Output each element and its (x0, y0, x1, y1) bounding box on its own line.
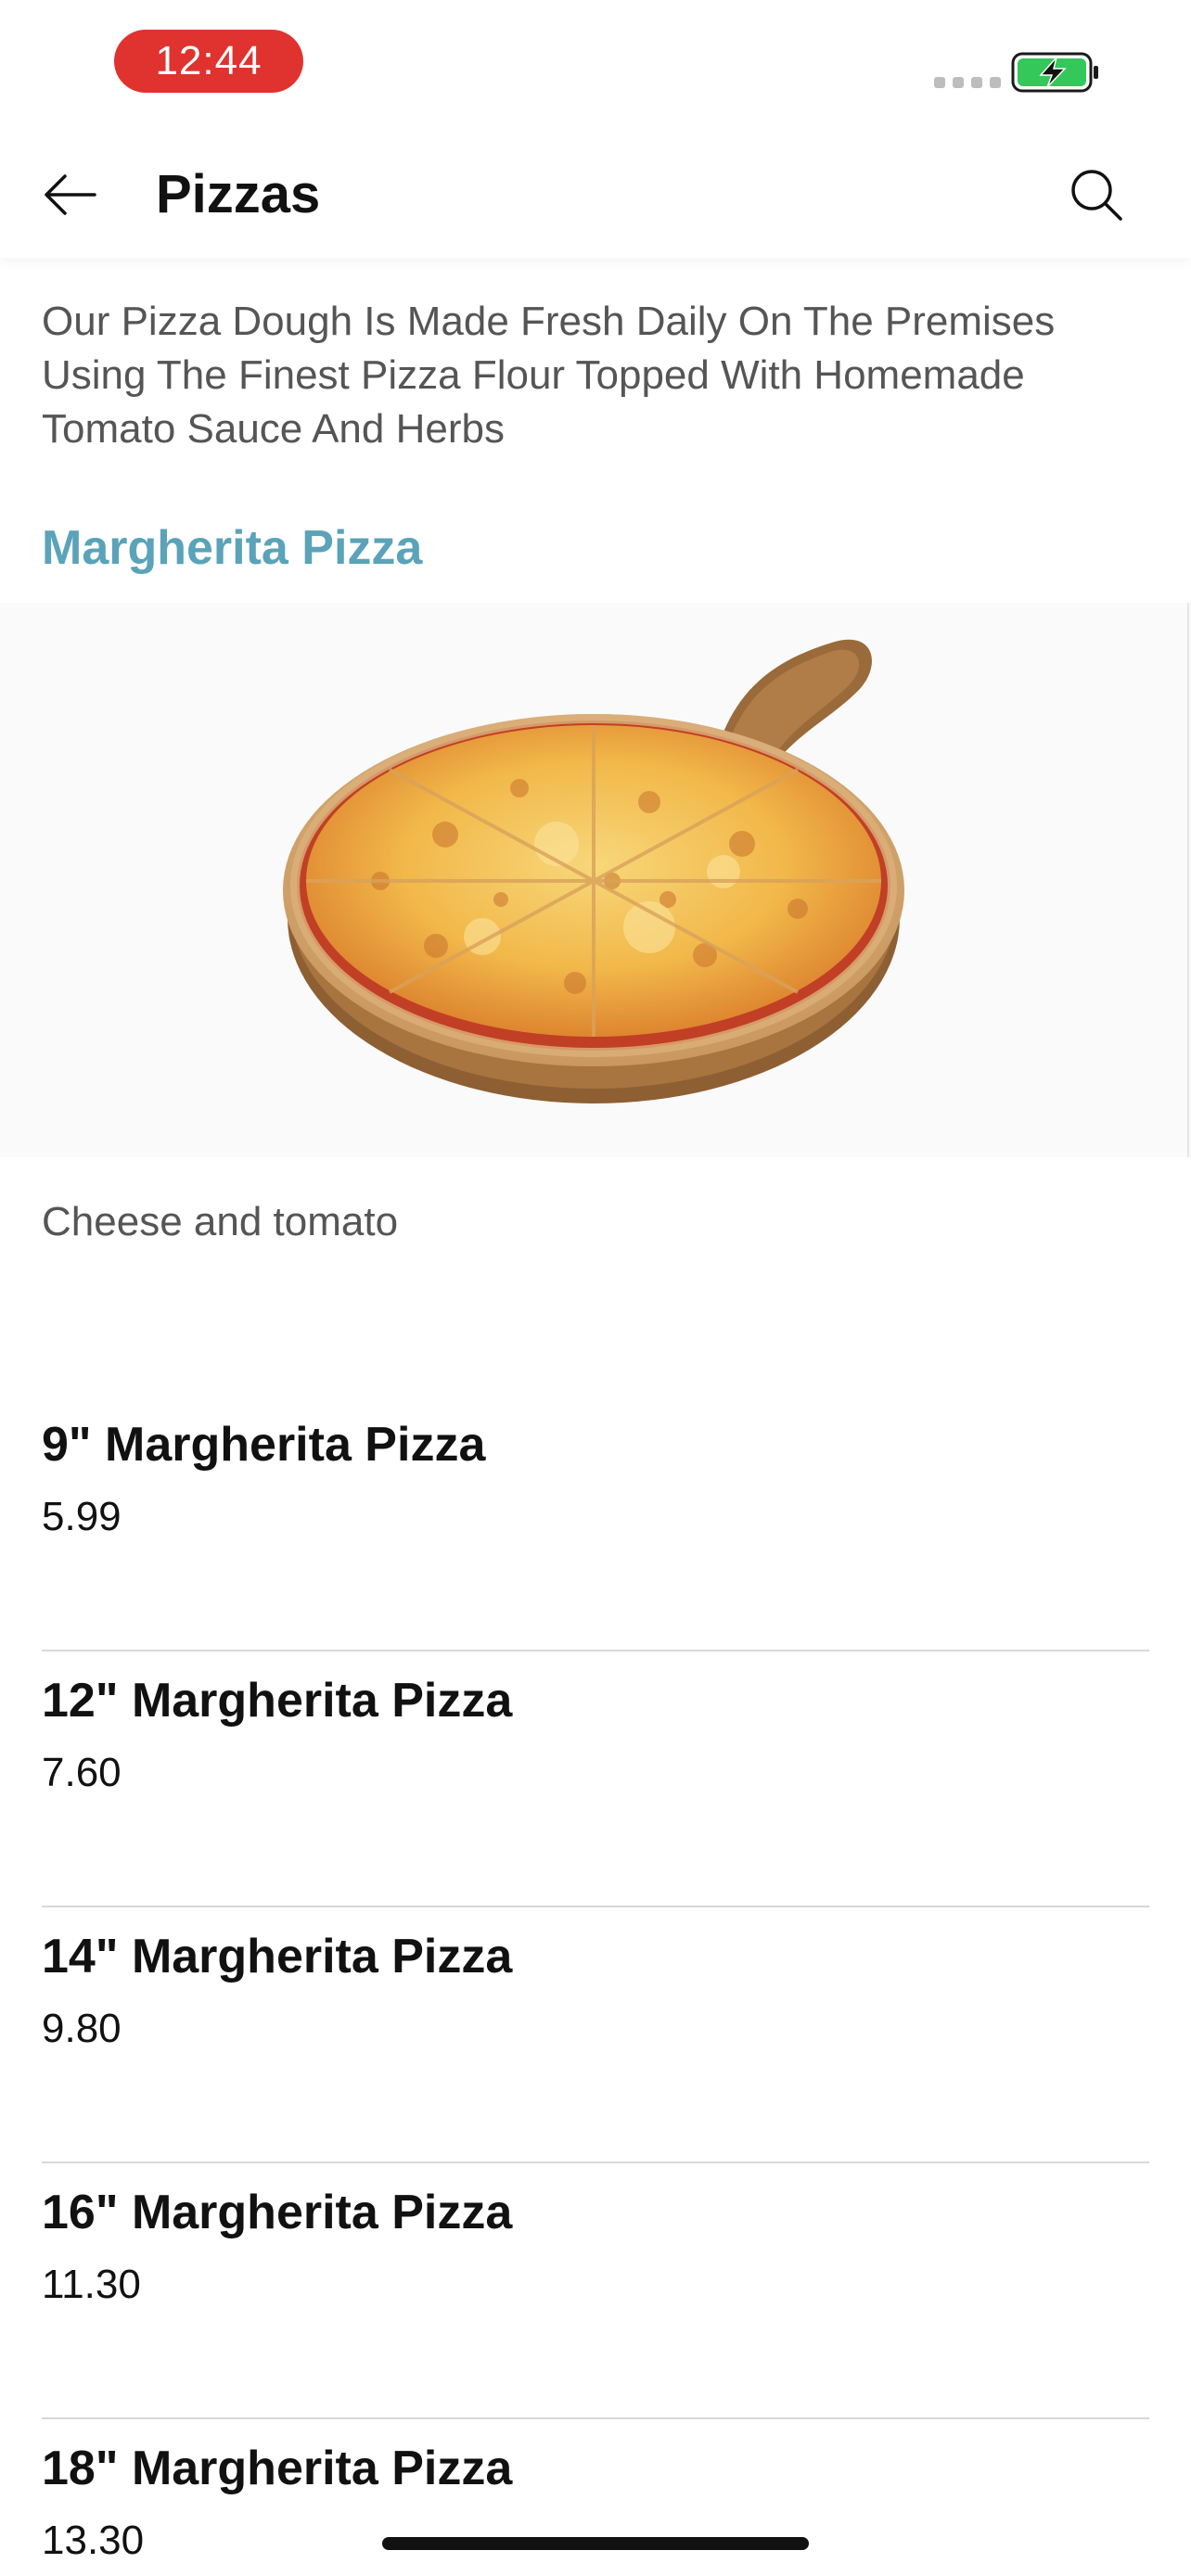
navigation-header: Pizzas (0, 139, 1191, 258)
page-title: Pizzas (156, 164, 321, 224)
size-option-price: 7.60 (42, 1750, 122, 1795)
size-option-9-inch[interactable]: 9" Margherita Pizza 5.99 (42, 1396, 1149, 1651)
size-option-price: 9.80 (42, 2006, 122, 2051)
arrow-left-icon[interactable] (41, 165, 100, 224)
size-option-16-inch[interactable]: 16" Margherita Pizza 11.30 (42, 2163, 1149, 2419)
size-option-name: 14" Margherita Pizza (42, 1930, 513, 1983)
size-option-12-inch[interactable]: 12" Margherita Pizza 7.60 (42, 1651, 1149, 1907)
home-indicator[interactable] (382, 2537, 809, 2550)
screen: 12:44 Pizzas Our Pizza Dough Is Made Fre… (0, 0, 1191, 2576)
cellular-signal-icon (934, 77, 1001, 88)
product-title: Margherita Pizza (42, 521, 423, 575)
size-list: 9" Margherita Pizza 5.99 12" Margherita … (42, 1396, 1149, 2576)
size-option-name: 12" Margherita Pizza (42, 1674, 513, 1728)
battery-charging-icon (1011, 52, 1098, 93)
size-option-name: 18" Margherita Pizza (42, 2442, 513, 2495)
product-description: Cheese and tomato (42, 1199, 399, 1244)
size-option-price: 5.99 (42, 1494, 122, 1539)
size-option-14-inch[interactable]: 14" Margherita Pizza 9.80 (42, 1907, 1149, 2163)
size-option-name: 16" Margherita Pizza (42, 2186, 513, 2239)
pizza-illustration (283, 639, 904, 1103)
size-option-price: 13.30 (42, 2518, 145, 2563)
status-time: 12:44 (114, 30, 303, 93)
product-image (0, 603, 1191, 1157)
size-option-18-inch[interactable]: 18" Margherita Pizza 13.30 (42, 2419, 1149, 2576)
status-bar: 12:44 (0, 0, 1191, 139)
image-divider (1187, 603, 1189, 1157)
category-description: Our Pizza Dough Is Made Fresh Daily On T… (42, 299, 1056, 452)
size-option-price: 11.30 (42, 2262, 141, 2307)
search-icon[interactable] (1067, 165, 1126, 224)
size-option-name: 9" Margherita Pizza (42, 1418, 486, 1472)
